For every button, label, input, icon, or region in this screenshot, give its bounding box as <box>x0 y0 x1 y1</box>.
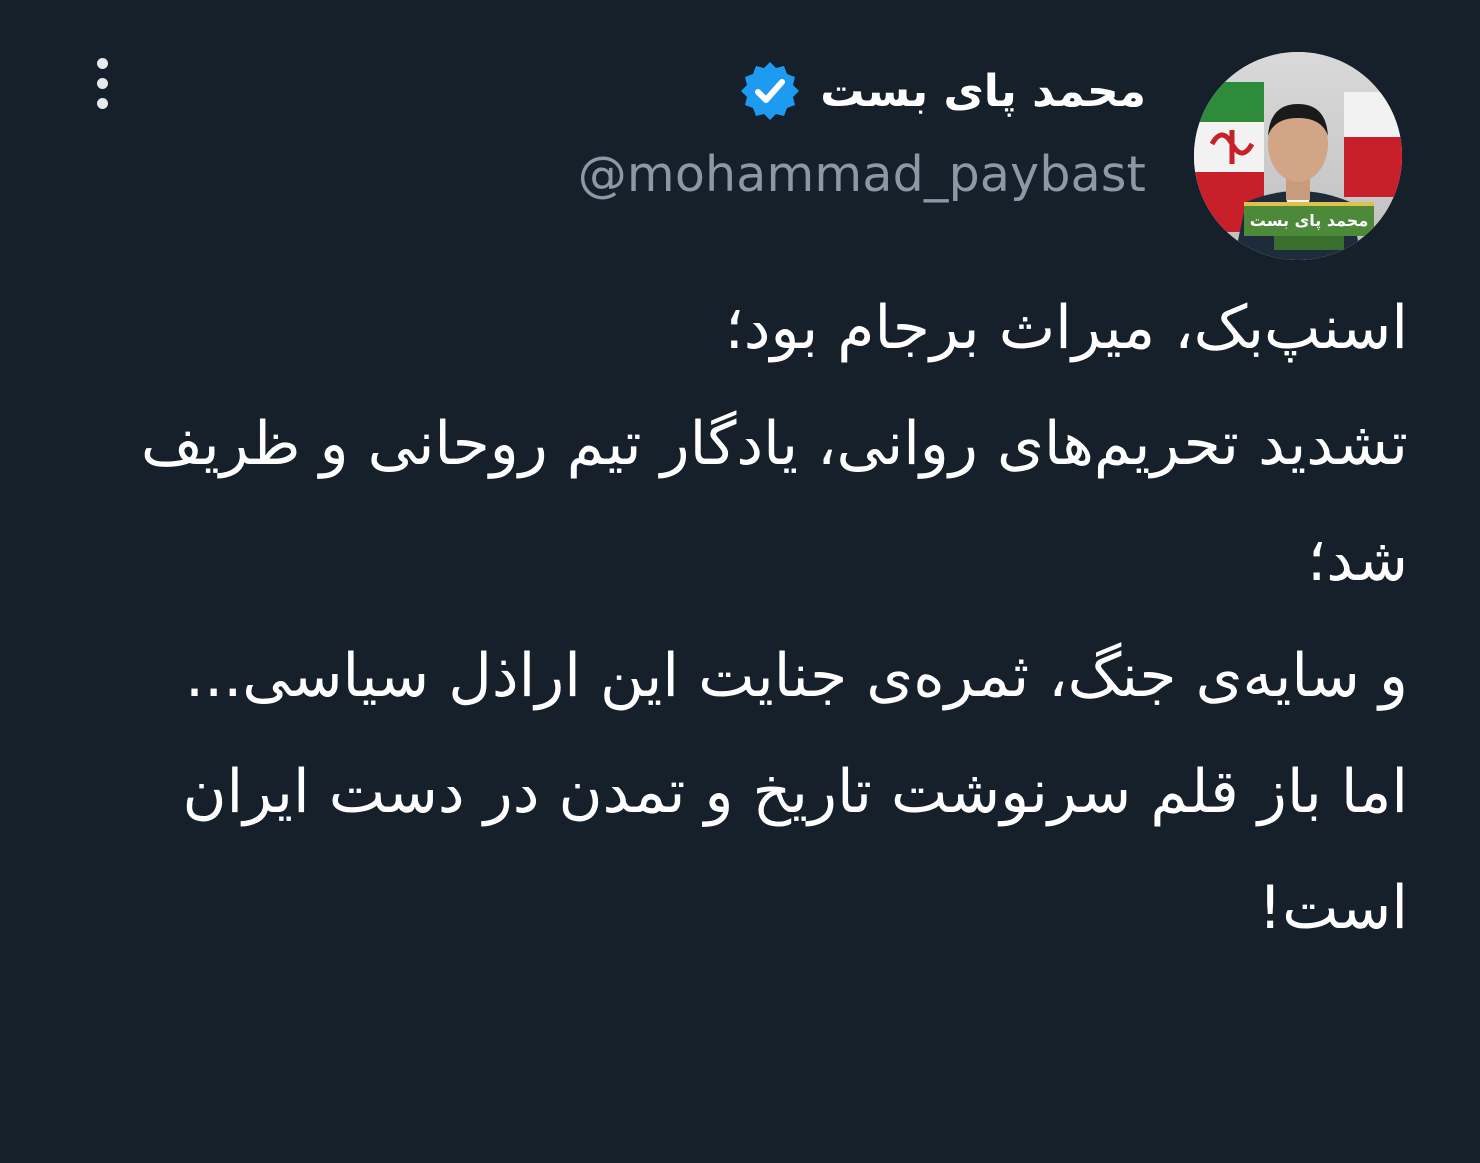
more-vertical-icon <box>96 57 108 69</box>
author-handle[interactable]: @mohammad_paybast <box>578 146 1146 203</box>
author-display-name[interactable]: محمد پای بست <box>820 66 1146 117</box>
avatar-image: محمد پای بست <box>1194 52 1402 260</box>
more-vertical-icon-dot <box>96 97 108 109</box>
avatar[interactable]: محمد پای بست <box>1194 52 1402 260</box>
verified-badge-icon <box>741 62 800 120</box>
avatar-caption: محمد پای بست <box>1250 211 1368 231</box>
more-vertical-icon-dot <box>96 77 108 89</box>
tweet-text: اسنپ‌بک، میراث برجام بود؛ تشدید تحریم‌ها… <box>140 293 1408 943</box>
author-name-row[interactable]: محمد پای بست <box>738 58 1146 124</box>
more-options-button[interactable] <box>78 52 126 114</box>
tweet-card[interactable]: محمد پای بست محمد پای بست @mohammad_payb… <box>0 0 1480 1163</box>
